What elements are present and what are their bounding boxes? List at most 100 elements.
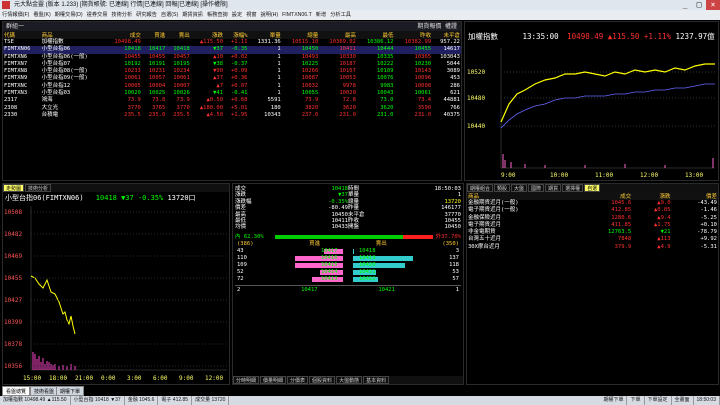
detail-key: 開盤 bbox=[348, 224, 360, 231]
menu-item[interactable]: 技術分析 bbox=[111, 10, 132, 20]
sector-tab[interactable]: 期權組合 bbox=[467, 184, 494, 192]
quote-row[interactable]: 2308 大立光 3770 3765 3770 ▲180.00 +5.01 180 3820 36… bbox=[3, 105, 461, 112]
column-header[interactable]: 漲跌 bbox=[190, 31, 225, 39]
book-row[interactable]: 109 10415 10420 118 bbox=[235, 262, 461, 269]
quote-cell-pct: +0.07 bbox=[230, 82, 248, 89]
column-header[interactable]: 商品 bbox=[467, 192, 579, 200]
quote-cell-total: 10032 bbox=[301, 82, 319, 89]
sector-row[interactable]: 電子期貨近月 411.85 ▲1.75 +0.10 bbox=[467, 222, 718, 229]
column-header[interactable]: 價差 bbox=[671, 192, 718, 200]
quote-row[interactable]: FIMTXNC 小型台指12 10005 10004 10007 ▲7 +0.07 1 1003… bbox=[3, 83, 461, 90]
status-right-item[interactable]: 期權下單 bbox=[600, 396, 628, 405]
sector-tab[interactable]: 期貨 bbox=[545, 184, 562, 192]
status-right-item[interactable]: 下單 bbox=[627, 396, 645, 405]
sector-tab[interactable]: 類股 bbox=[494, 184, 511, 192]
bid-price[interactable]: 10416 bbox=[321, 255, 338, 262]
inner-ratio-bar bbox=[275, 234, 403, 239]
ask-price[interactable]: 10420 bbox=[359, 262, 376, 269]
column-header[interactable]: 漲跌 bbox=[632, 192, 672, 200]
quote-row[interactable]: 2330 台積電 235.5 235.0 235.5 ▲4.50 +1.95 10343 237… bbox=[3, 112, 461, 119]
sector-tab[interactable]: 大盤 bbox=[511, 184, 528, 192]
menu-item[interactable]: 帳務查詢 bbox=[207, 10, 228, 20]
quote-cell-prev: 231.0 bbox=[414, 111, 432, 118]
sector-row[interactable]: 金融保險近月 1280.6 ▲9.4 -5.25 bbox=[467, 215, 718, 222]
detail-tab[interactable]: 分時明細 bbox=[233, 376, 260, 384]
tab-technical-view[interactable]: 技術看盤 bbox=[30, 386, 59, 396]
column-header[interactable]: 漲幅% bbox=[224, 31, 249, 39]
detail-tab[interactable]: 分價表 bbox=[287, 376, 309, 384]
column-header[interactable]: 最高 bbox=[319, 31, 357, 39]
ask-price[interactable]: 10422 bbox=[359, 276, 376, 283]
menu-item[interactable]: 期貨資訊 bbox=[182, 10, 203, 20]
quote-cell-total: 10087 bbox=[301, 75, 319, 82]
menu-item[interactable]: 說明(H) bbox=[261, 10, 279, 20]
menu-item[interactable]: FIMTXN06.T bbox=[282, 10, 312, 20]
sector-row[interactable]: 30X摩台近月 379.9 ▲4.9 -5.31 bbox=[467, 244, 718, 251]
column-header[interactable]: 代碼 bbox=[3, 31, 41, 39]
close-icon[interactable]: × bbox=[706, 0, 720, 10]
book-row[interactable]: 72 10413 10422 57 bbox=[235, 276, 461, 283]
bid-price[interactable]: 10415 bbox=[321, 262, 338, 269]
menu-item[interactable]: 行情報價(F) bbox=[2, 10, 29, 20]
quote-row[interactable]: FIMTXN6 小型台指06(一般) 10455 10455 10457 ▲10 +0.02… bbox=[3, 54, 461, 61]
sector-row[interactable]: 電子期貨近月(一般) 412.85 ▲0.85 -1.46 bbox=[467, 207, 718, 214]
quote-row[interactable]: FIMTXN3 小型台指03 10020 10025 10026 ▼41 -0.41 1 100… bbox=[3, 90, 461, 97]
status-right-item[interactable]: 全畫面 bbox=[672, 396, 694, 405]
ask-price[interactable]: 10418 bbox=[359, 248, 376, 255]
status-right-item[interactable]: 下單設定 bbox=[645, 396, 672, 405]
menu-item[interactable]: 證券交易 bbox=[87, 10, 108, 20]
sector-tab[interactable]: 選擇權 bbox=[562, 184, 584, 192]
minimize-icon[interactable]: _ bbox=[678, 0, 692, 10]
detail-tab[interactable]: 個股資料 bbox=[309, 376, 336, 384]
book-row[interactable]: 110 10416 10419 137 bbox=[235, 255, 461, 262]
quote-cell-oi: 957.22 bbox=[440, 39, 460, 45]
column-header[interactable]: 商品 bbox=[40, 31, 105, 39]
column-header[interactable]: 昨收 bbox=[394, 31, 433, 39]
tab-intraday[interactable]: 走勢圖 bbox=[3, 184, 25, 192]
quote-cell-high: 72.8 bbox=[342, 97, 356, 104]
menu-item[interactable]: 自選(S) bbox=[161, 10, 178, 20]
detail-tab[interactable]: 價量明細 bbox=[260, 376, 287, 384]
column-header[interactable]: 成交 bbox=[578, 192, 633, 200]
ask-price[interactable]: 10421 bbox=[359, 269, 376, 276]
menu-item[interactable]: 分析工具 bbox=[330, 10, 351, 20]
column-header[interactable]: 賣出 bbox=[166, 31, 191, 39]
quote-cell-oi: 621 bbox=[450, 90, 460, 97]
maximize-icon[interactable]: □ bbox=[692, 0, 706, 10]
sector-tab[interactable]: 自選 bbox=[584, 184, 601, 192]
column-header[interactable]: 總量 bbox=[281, 31, 320, 39]
tab-overview[interactable]: 看盤總覽 bbox=[2, 386, 31, 396]
tab-order[interactable]: 期權下單 bbox=[56, 386, 85, 396]
tab-technical[interactable]: 技術分析 bbox=[25, 184, 52, 192]
quote-row[interactable]: TSE 加權指數 10498.49 ▲115.50 +1.11 1331.36 10515.… bbox=[3, 39, 461, 46]
quote-cell-name: 小型台指06(一般) bbox=[41, 53, 88, 60]
sector-row[interactable]: 台灣五十近月 7848 ▲113 +9.92 bbox=[467, 236, 718, 243]
quote-row[interactable]: FIMTXN9 小型台指09(一般) 10061 10057 10061 ▲37 +0.36… bbox=[3, 75, 461, 82]
ask-price[interactable]: 10419 bbox=[359, 255, 376, 262]
quote-row[interactable]: FIMTXN06 小型台指06 10418 10417 10418 ▼37 -0.35 1 10… bbox=[3, 46, 461, 54]
detail-tab[interactable]: 基本資料 bbox=[363, 376, 390, 384]
quote-row[interactable]: 2317 鴻海 73.9 73.8 73.9 ▲0.50 +0.68 5591 73.9 72.8… bbox=[3, 97, 461, 104]
bid-price[interactable]: 10413 bbox=[321, 276, 338, 283]
column-header[interactable]: 未平倉 bbox=[432, 31, 461, 39]
bid-qty: 43 bbox=[237, 247, 244, 254]
column-header[interactable]: 最低 bbox=[356, 31, 395, 39]
menu-item[interactable]: 新增 bbox=[316, 10, 326, 20]
column-header[interactable]: 買進 bbox=[141, 31, 167, 39]
menu-item[interactable]: 設定 bbox=[232, 10, 242, 20]
column-header[interactable]: 成交 bbox=[104, 31, 142, 39]
intraday-x-tick: 3:00 bbox=[127, 375, 142, 382]
book-row[interactable]: 52 10414 10421 53 bbox=[235, 269, 461, 276]
menu-item[interactable]: 研究報告 bbox=[136, 10, 157, 20]
bid-price[interactable]: 10414 bbox=[321, 269, 338, 276]
menu-item[interactable]: 看盤(K) bbox=[33, 10, 50, 20]
menu-item[interactable]: 期權交易(D) bbox=[55, 10, 83, 20]
menu-item[interactable]: 視窗 bbox=[246, 10, 256, 20]
bid-price[interactable]: 10417 bbox=[321, 248, 338, 255]
quote-panel-header-right[interactable]: 期貨報價 權證 bbox=[417, 22, 457, 31]
sector-tab[interactable]: 國際 bbox=[528, 184, 545, 192]
book-row[interactable]: 43 10417 10418 3 bbox=[235, 248, 461, 255]
detail-tab[interactable]: 大盤動態 bbox=[336, 376, 363, 384]
column-header[interactable]: 單量 bbox=[248, 31, 282, 39]
sector-row[interactable]: 非金電期貨 12763.5 ▼21 -78.79 bbox=[467, 229, 718, 236]
